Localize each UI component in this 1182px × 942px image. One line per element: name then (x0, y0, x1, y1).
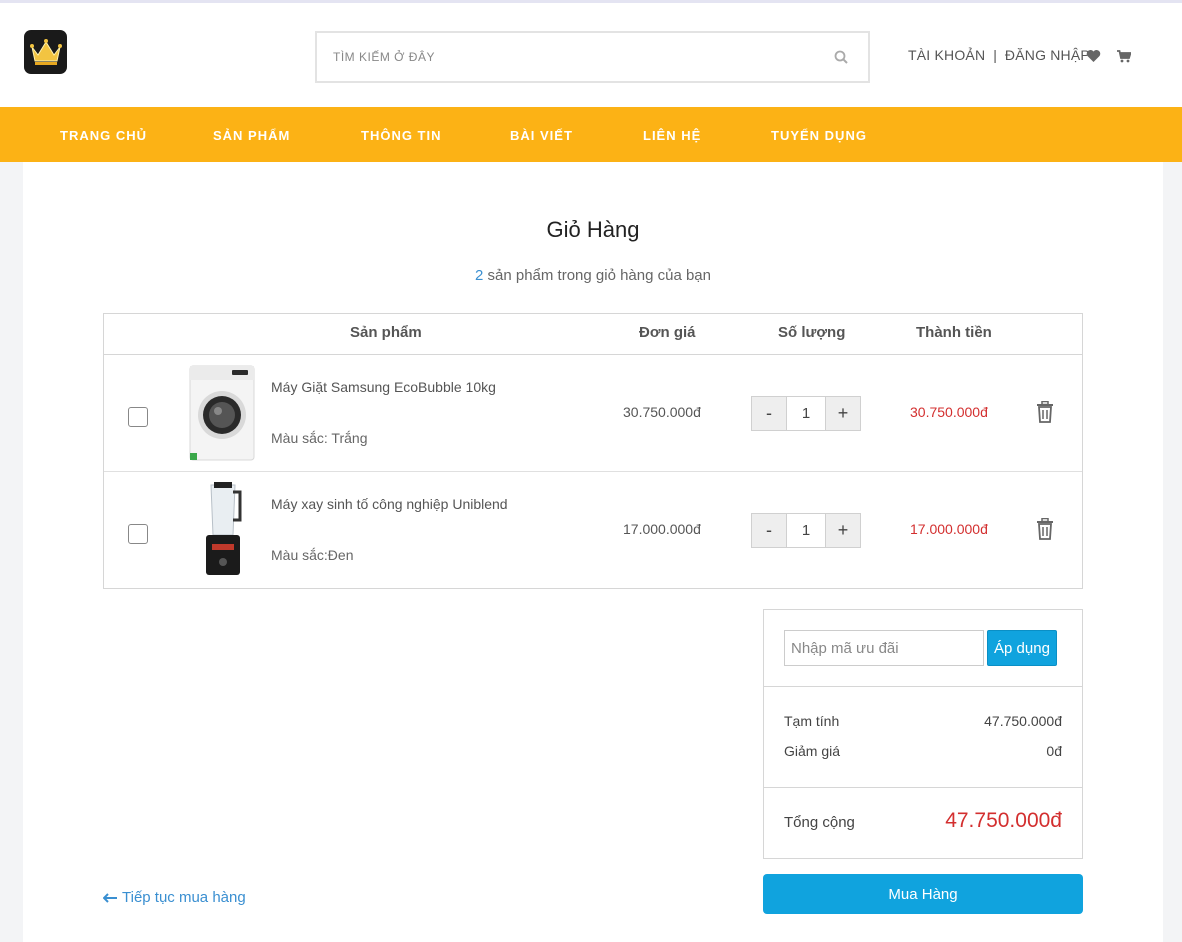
heart-icon[interactable] (1086, 49, 1101, 63)
login-link[interactable]: ĐĂNG NHẬP (1005, 47, 1090, 63)
quantity-input[interactable] (786, 397, 826, 430)
product-name[interactable]: Máy Giặt Samsung EcoBubble 10kg (271, 379, 496, 395)
order-summary: Áp dụng Tạm tính 47.750.000đ Giảm giá 0đ… (763, 609, 1083, 859)
subtotal-section: Tạm tính 47.750.000đ Giảm giá 0đ (764, 687, 1082, 788)
subtotal-label: Tạm tính (784, 713, 840, 729)
search-icon[interactable] (834, 50, 848, 64)
table-header: Sản phẩm Đơn giá Số lượng Thành tiền (104, 314, 1082, 355)
cart-count-text: 2 sản phẩm trong giỏ hàng của bạn (23, 267, 1163, 284)
cart-count-label: sản phẩm trong giỏ hàng của bạn (483, 267, 711, 284)
unit-price: 17.000.000đ (623, 521, 701, 537)
grand-total-label: Tổng cộng (784, 814, 855, 831)
arrow-left-icon (103, 892, 117, 903)
product-color: Màu sắc:Đen (271, 547, 354, 563)
discount-label: Giảm giá (784, 743, 841, 759)
quantity-input[interactable] (786, 514, 826, 547)
cart-page: Giỏ Hàng 2 sản phẩm trong giỏ hàng của b… (23, 162, 1163, 942)
column-quantity: Số lượng (778, 324, 846, 341)
nav-item-info[interactable]: THÔNG TIN (361, 128, 442, 143)
nav-item-articles[interactable]: BÀI VIẾT (510, 128, 573, 143)
search-box (315, 31, 870, 83)
select-item-checkbox[interactable] (128, 524, 148, 544)
column-unit-price: Đơn giá (639, 324, 696, 341)
table-row: Máy Giặt Samsung EcoBubble 10kg Màu sắc:… (104, 355, 1082, 472)
grand-total-value: 47.750.000đ (945, 809, 1062, 832)
nav-item-careers[interactable]: TUYỂN DỤNG (771, 128, 867, 143)
grand-total-section: Tổng cộng 47.750.000đ (764, 788, 1082, 858)
site-header: TÀI KHOẢN | ĐĂNG NHẬP (0, 3, 1182, 107)
line-total: 30.750.000đ (910, 404, 988, 420)
nav-item-contact[interactable]: LIÊN HỆ (643, 128, 701, 143)
quantity-stepper: - + (751, 396, 861, 431)
page-title: Giỏ Hàng (546, 217, 640, 242)
discount-value: 0đ (1046, 743, 1062, 759)
product-color: Màu sắc: Trắng (271, 430, 368, 446)
decrease-quantity-button[interactable]: - (752, 514, 786, 547)
table-row: Máy xay sinh tố công nghiệp Uniblend Màu… (104, 472, 1082, 589)
cart-table: Sản phẩm Đơn giá Số lượng Thành tiền Máy… (103, 313, 1083, 589)
crown-icon (29, 39, 62, 65)
blender-image[interactable] (184, 480, 260, 580)
nav-item-home[interactable]: TRANG CHỦ (60, 128, 147, 143)
account-separator: | (993, 47, 997, 63)
subtotal-value: 47.750.000đ (984, 713, 1062, 729)
checkout-button[interactable]: Mua Hàng (763, 874, 1083, 914)
product-name[interactable]: Máy xay sinh tố công nghiệp Uniblend (271, 496, 508, 512)
trash-icon[interactable] (1036, 518, 1054, 540)
column-line-total: Thành tiền (916, 324, 992, 341)
account-link[interactable]: TÀI KHOẢN (908, 47, 985, 63)
line-total: 17.000.000đ (910, 521, 988, 537)
nav-item-products[interactable]: SẢN PHẨM (213, 128, 290, 143)
search-input[interactable] (317, 33, 868, 81)
continue-shopping-label: Tiếp tục mua hàng (122, 889, 246, 906)
washing-machine-image[interactable] (184, 363, 260, 463)
coupon-section: Áp dụng (764, 610, 1082, 687)
coupon-input[interactable] (784, 630, 984, 666)
increase-quantity-button[interactable]: + (826, 397, 860, 430)
column-product: Sản phẩm (350, 324, 422, 341)
quantity-stepper: - + (751, 513, 861, 548)
continue-shopping-link[interactable]: Tiếp tục mua hàng (103, 889, 246, 906)
select-item-checkbox[interactable] (128, 407, 148, 427)
apply-coupon-button[interactable]: Áp dụng (987, 630, 1057, 666)
logo[interactable] (24, 30, 67, 74)
increase-quantity-button[interactable]: + (826, 514, 860, 547)
account-links: TÀI KHOẢN | ĐĂNG NHẬP (908, 47, 1090, 63)
unit-price: 30.750.000đ (623, 404, 701, 420)
decrease-quantity-button[interactable]: - (752, 397, 786, 430)
trash-icon[interactable] (1036, 401, 1054, 423)
main-nav: TRANG CHỦ SẢN PHẨM THÔNG TIN BÀI VIẾT LI… (0, 107, 1182, 162)
cart-icon[interactable] (1117, 50, 1131, 63)
